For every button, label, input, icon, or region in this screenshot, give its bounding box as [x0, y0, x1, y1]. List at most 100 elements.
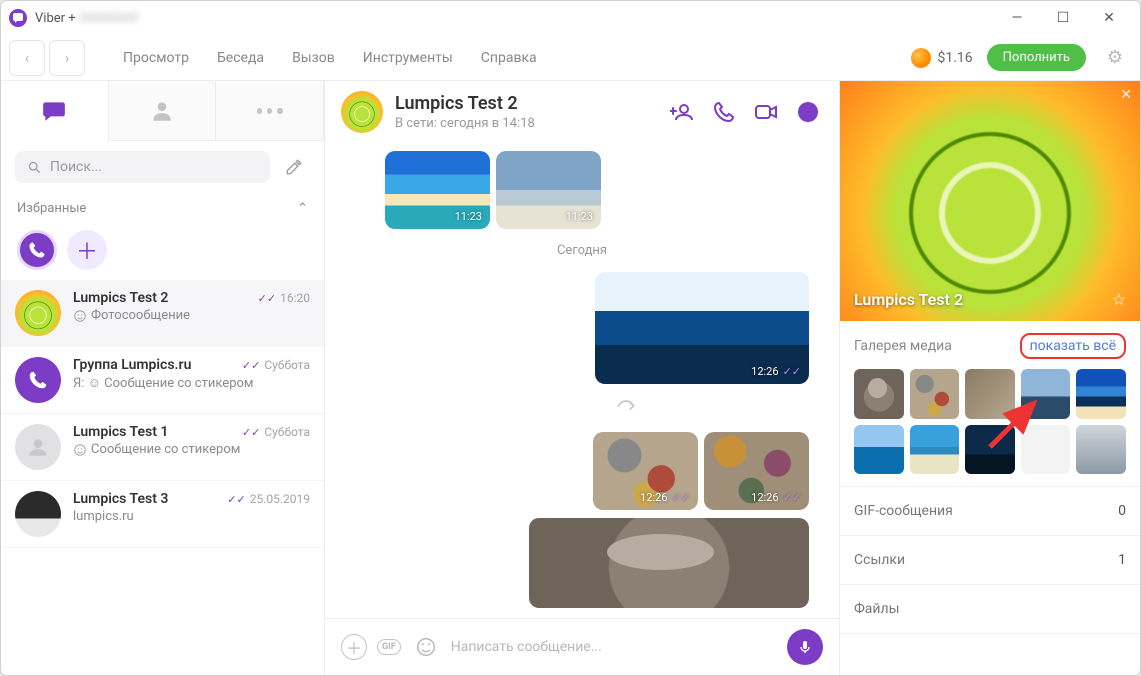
media-thumb[interactable] [1021, 369, 1071, 419]
share-icon[interactable] [613, 396, 639, 420]
chat-column: Lumpics Test 2 В сети: сегодня в 14:18 1… [325, 81, 840, 675]
favorites-header[interactable]: Избранные ⌃ [1, 193, 324, 224]
image-message[interactable]: 12:26✓✓ [593, 432, 698, 510]
gif-button[interactable]: GIF [377, 639, 401, 655]
chevron-up-icon: ⌃ [297, 201, 308, 216]
checks-icon: ✓✓ [672, 491, 690, 504]
settings-gear-icon[interactable]: ⚙ [1098, 41, 1132, 75]
pinned-add-button[interactable]: ＋ [67, 230, 107, 270]
balance-value: $1.16 [937, 50, 972, 66]
chat-name: Lumpics Test 2 [73, 290, 168, 306]
chat-name: Lumpics Test 1 [73, 424, 168, 440]
show-all-link[interactable]: показать всё [1020, 333, 1126, 359]
message-input[interactable] [451, 639, 777, 655]
tab-chats[interactable] [1, 81, 109, 141]
chat-item[interactable]: Lumpics Test 2✓✓16:20 Фотосообщение [1, 280, 324, 347]
checks-icon: ✓✓ [258, 292, 276, 305]
chat-item[interactable]: Группа Lumpics.ru✓✓Суббота Я: ☺ Сообщени… [1, 347, 324, 414]
close-panel-icon[interactable]: ✕ [1120, 87, 1132, 103]
window-maximize-button[interactable]: ☐ [1040, 3, 1086, 33]
profile-hero: ✕ Lumpics Test 2 ☆ [840, 81, 1140, 321]
attach-button[interactable]: ＋ [341, 634, 367, 660]
dots-icon [257, 98, 283, 124]
msg-time: 12:26 [751, 491, 778, 504]
chat-name: Lumpics Test 3 [73, 491, 168, 507]
composer: ＋ GIF [325, 618, 839, 675]
info-row-gif[interactable]: GIF-сообщения0 [840, 487, 1140, 536]
menu-view[interactable]: Просмотр [111, 44, 201, 72]
smiley-icon [73, 309, 87, 323]
media-thumb[interactable] [910, 425, 960, 475]
nav-forward-button[interactable]: › [49, 40, 85, 76]
media-thumb[interactable] [854, 425, 904, 475]
image-message[interactable] [529, 518, 809, 608]
chat-title: Lumpics Test 2 [395, 93, 535, 114]
info-icon[interactable] [793, 97, 823, 127]
media-grid [854, 369, 1126, 474]
msg-time: 12:26 [751, 365, 778, 378]
compose-button[interactable] [278, 151, 310, 183]
chat-time: 16:20 [280, 291, 310, 305]
chat-subtitle: Я: ☺ Сообщение со стикером [73, 375, 254, 391]
menu-tools[interactable]: Инструменты [351, 44, 465, 72]
chat-avatar[interactable] [341, 91, 383, 133]
video-call-icon[interactable] [751, 97, 781, 127]
titlebar: Viber + 00000000 — ☐ ✕ [1, 1, 1140, 35]
favorite-star-icon[interactable]: ☆ [1112, 290, 1126, 309]
tab-contacts[interactable] [109, 81, 217, 141]
menu-call[interactable]: Вызов [280, 44, 347, 72]
media-thumb[interactable] [965, 369, 1015, 419]
msg-time: 11:23 [455, 210, 482, 223]
date-separator: Сегодня [557, 243, 607, 258]
window-close-button[interactable]: ✕ [1086, 3, 1132, 33]
sticker-button[interactable] [411, 632, 441, 662]
window-title: Viber + [35, 11, 76, 26]
tab-more[interactable] [216, 81, 324, 141]
profile-name: Lumpics Test 2 [854, 290, 963, 309]
smiley-icon [73, 443, 87, 457]
search-input[interactable]: Поиск... [15, 151, 270, 183]
image-message[interactable]: 11:23 [385, 151, 490, 229]
search-icon [27, 160, 42, 175]
chat-header: Lumpics Test 2 В сети: сегодня в 14:18 [325, 81, 839, 143]
messages[interactable]: 11:23 11:23 Сегодня 12:26✓✓ 12:26✓✓ 12:2… [325, 143, 839, 618]
checks-icon: ✓✓ [242, 359, 260, 372]
media-thumb[interactable] [910, 369, 960, 419]
pinned-viber[interactable] [17, 230, 57, 270]
profile-image[interactable] [840, 81, 1140, 321]
msg-time: 11:23 [566, 210, 593, 223]
menubar: ‹ › Просмотр Беседа Вызов Инструменты Сп… [1, 35, 1140, 81]
mic-button[interactable] [787, 629, 823, 665]
sidebar-tabbar [1, 81, 324, 141]
chat-subtitle: Сообщение со стикером [91, 442, 240, 457]
phone-number-blurred: 00000000 [80, 11, 138, 26]
info-row-files[interactable]: Файлы [840, 585, 1140, 634]
chat-item[interactable]: Lumpics Test 1✓✓Суббота Сообщение со сти… [1, 414, 324, 481]
add-participant-icon[interactable] [667, 97, 697, 127]
chat-time: Суббота [264, 358, 310, 372]
media-thumb[interactable] [1076, 369, 1126, 419]
media-gallery-pane: Галерея медиа показать всё [840, 321, 1140, 487]
image-message[interactable]: 12:26✓✓ [704, 432, 809, 510]
media-thumb[interactable] [854, 369, 904, 419]
chat-time: Суббота [264, 425, 310, 439]
coin-icon [911, 48, 931, 68]
image-message[interactable]: 12:26✓✓ [595, 272, 809, 384]
balance[interactable]: $1.16 [911, 48, 972, 68]
media-thumb[interactable] [965, 425, 1015, 475]
nav-back-button[interactable]: ‹ [9, 40, 45, 76]
search-placeholder: Поиск... [50, 159, 102, 175]
media-thumb[interactable] [1076, 425, 1126, 475]
info-row-links[interactable]: Ссылки1 [840, 536, 1140, 585]
menu-chat[interactable]: Беседа [205, 44, 276, 72]
row-value: 0 [1118, 503, 1126, 519]
app-icon [9, 9, 27, 27]
menu-help[interactable]: Справка [469, 44, 549, 72]
voice-call-icon[interactable] [709, 97, 739, 127]
chat-item[interactable]: Lumpics Test 3✓✓25.05.2019 lumpics.ru [1, 481, 324, 548]
row-label: Файлы [854, 601, 899, 617]
media-thumb[interactable] [1021, 425, 1071, 475]
image-message[interactable]: 11:23 [496, 151, 601, 229]
window-minimize-button[interactable]: — [994, 3, 1040, 33]
topup-button[interactable]: Пополнить [987, 44, 1086, 71]
